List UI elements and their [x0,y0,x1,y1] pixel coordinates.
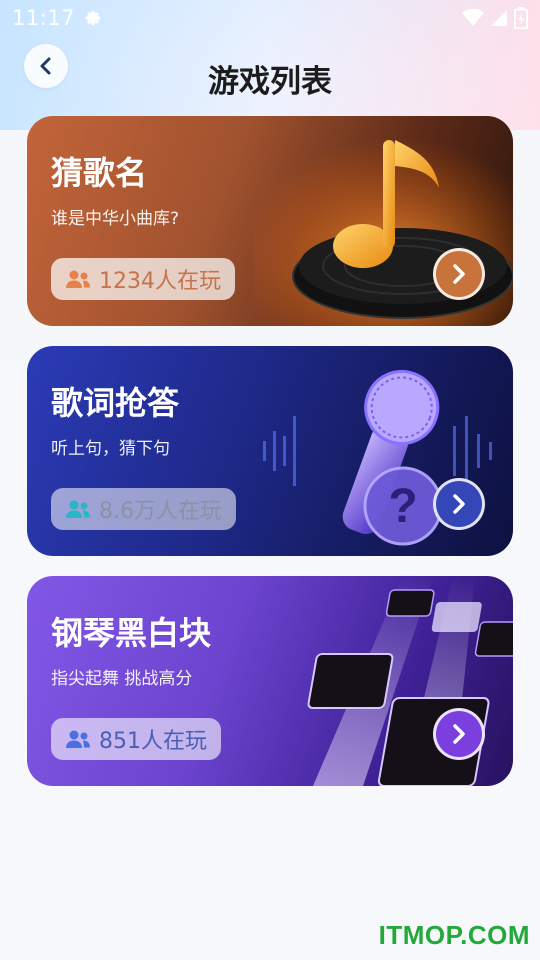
chevron-right-icon [453,724,465,744]
players-count: 1234人在玩 [99,269,221,294]
users-icon [66,270,90,288]
page-title: 游戏列表 [208,64,332,100]
status-bar: 11:17 [0,0,540,36]
players-badge: 8.6万人在玩 [51,488,236,530]
status-time: 11:17 [12,6,76,30]
game-card-lyrics-quiz[interactable]: ? 歌词抢答 听上句，猜下句 8.6万人在玩 [27,346,513,556]
players-count: 8.6万人在玩 [99,499,222,524]
play-button[interactable] [433,248,485,300]
game-subtitle: 谁是中华小曲库? [51,209,180,229]
game-title: 歌词抢答 [51,384,180,422]
game-subtitle: 指尖起舞 挑战高分 [51,669,193,689]
game-card-piano-tiles[interactable]: 钢琴黑白块 指尖起舞 挑战高分 851人在玩 [27,576,513,786]
watermark: ITMOP.COM [378,920,530,950]
play-button[interactable] [433,708,485,760]
chevron-right-icon [453,264,465,284]
signal-icon [491,10,507,26]
play-button[interactable] [433,478,485,530]
chevron-right-icon [453,494,465,514]
users-icon [66,500,90,518]
battery-icon [514,7,528,29]
svg-text:?: ? [388,480,417,533]
game-subtitle: 听上句，猜下句 [51,439,170,459]
players-count: 851人在玩 [99,729,207,754]
users-icon [66,730,90,748]
wifi-icon [462,9,484,26]
header: 游戏列表 [0,44,540,110]
game-title: 钢琴黑白块 [51,614,212,652]
game-title: 猜歌名 [51,154,148,192]
players-badge: 1234人在玩 [51,258,235,300]
game-card-guess-song[interactable]: 猜歌名 谁是中华小曲库? 1234人在玩 [27,116,513,326]
players-badge: 851人在玩 [51,718,221,760]
gear-icon [85,10,101,26]
